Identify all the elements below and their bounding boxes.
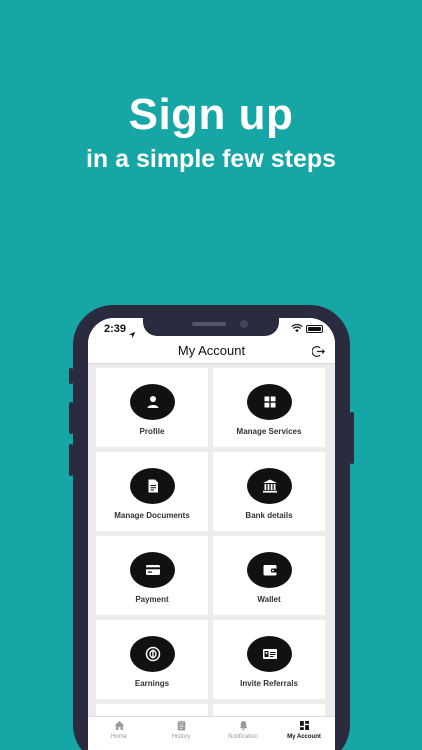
earnings-tile[interactable]: Earnings bbox=[96, 620, 208, 699]
speaker-grille bbox=[192, 322, 226, 326]
phone-mute-switch bbox=[69, 368, 73, 384]
tile-label: Invite Referrals bbox=[240, 679, 298, 688]
app-bar: My Account bbox=[88, 340, 335, 364]
coin-icon bbox=[145, 646, 160, 662]
bank-details-tile[interactable]: Bank details bbox=[213, 452, 325, 531]
tile-label: Payment bbox=[135, 595, 169, 604]
manage-services-tile[interactable]: Manage Services bbox=[213, 368, 325, 447]
bell-icon bbox=[239, 721, 247, 731]
phone-screen: 2:39 My Account Profile Manage Services … bbox=[88, 318, 335, 750]
status-bar: 2:39 bbox=[88, 318, 335, 340]
payment-tile[interactable]: Payment bbox=[96, 536, 208, 615]
document-icon bbox=[148, 479, 158, 493]
tile-label: Profile bbox=[139, 427, 165, 436]
phone-notch bbox=[143, 318, 279, 336]
wallet-tile[interactable]: Wallet bbox=[213, 536, 325, 615]
status-indicators bbox=[291, 324, 323, 333]
history-icon bbox=[177, 720, 185, 731]
bank-icon bbox=[262, 479, 277, 493]
credit-card-icon bbox=[145, 565, 160, 575]
dashboard-icon bbox=[299, 721, 309, 730]
profile-tile[interactable]: Profile bbox=[96, 368, 208, 447]
status-time: 2:39 bbox=[104, 323, 127, 335]
phone-power-button bbox=[350, 412, 354, 464]
page-title: My Account bbox=[177, 343, 246, 358]
grid-icon bbox=[264, 396, 275, 408]
tile-label: Wallet bbox=[257, 595, 281, 604]
tab-label: Home bbox=[110, 734, 127, 740]
logout-icon[interactable] bbox=[312, 345, 325, 358]
manage-documents-tile[interactable]: Manage Documents bbox=[96, 452, 208, 531]
tab-label: Notification bbox=[228, 734, 258, 740]
tab-label: History bbox=[171, 734, 191, 740]
tile-label: Bank details bbox=[245, 511, 293, 520]
headline-subtitle: in a simple few steps bbox=[85, 145, 337, 173]
tile-label: Manage Documents bbox=[114, 511, 190, 520]
tab-notification[interactable]: Notification bbox=[212, 720, 274, 740]
tab-label: My Account bbox=[287, 734, 321, 740]
person-icon bbox=[147, 396, 158, 408]
front-camera bbox=[240, 320, 248, 328]
home-icon bbox=[114, 721, 124, 730]
phone-volume-up bbox=[69, 402, 73, 434]
tile-label: Manage Services bbox=[236, 427, 302, 436]
headline-title: Sign up bbox=[128, 90, 294, 139]
tab-my-account[interactable]: My Account bbox=[273, 720, 335, 740]
phone-volume-down bbox=[69, 444, 73, 476]
referral-card-icon bbox=[262, 649, 277, 659]
wifi-icon bbox=[291, 324, 303, 333]
wallet-icon bbox=[263, 565, 277, 576]
tile-label: Earnings bbox=[134, 679, 170, 688]
invite-referrals-tile[interactable]: Invite Referrals bbox=[213, 620, 325, 699]
tab-history[interactable]: History bbox=[150, 720, 212, 740]
battery-icon bbox=[306, 324, 323, 333]
tab-home[interactable]: Home bbox=[88, 720, 150, 740]
bottom-tab-bar: Home History Notification My Account bbox=[88, 716, 335, 750]
